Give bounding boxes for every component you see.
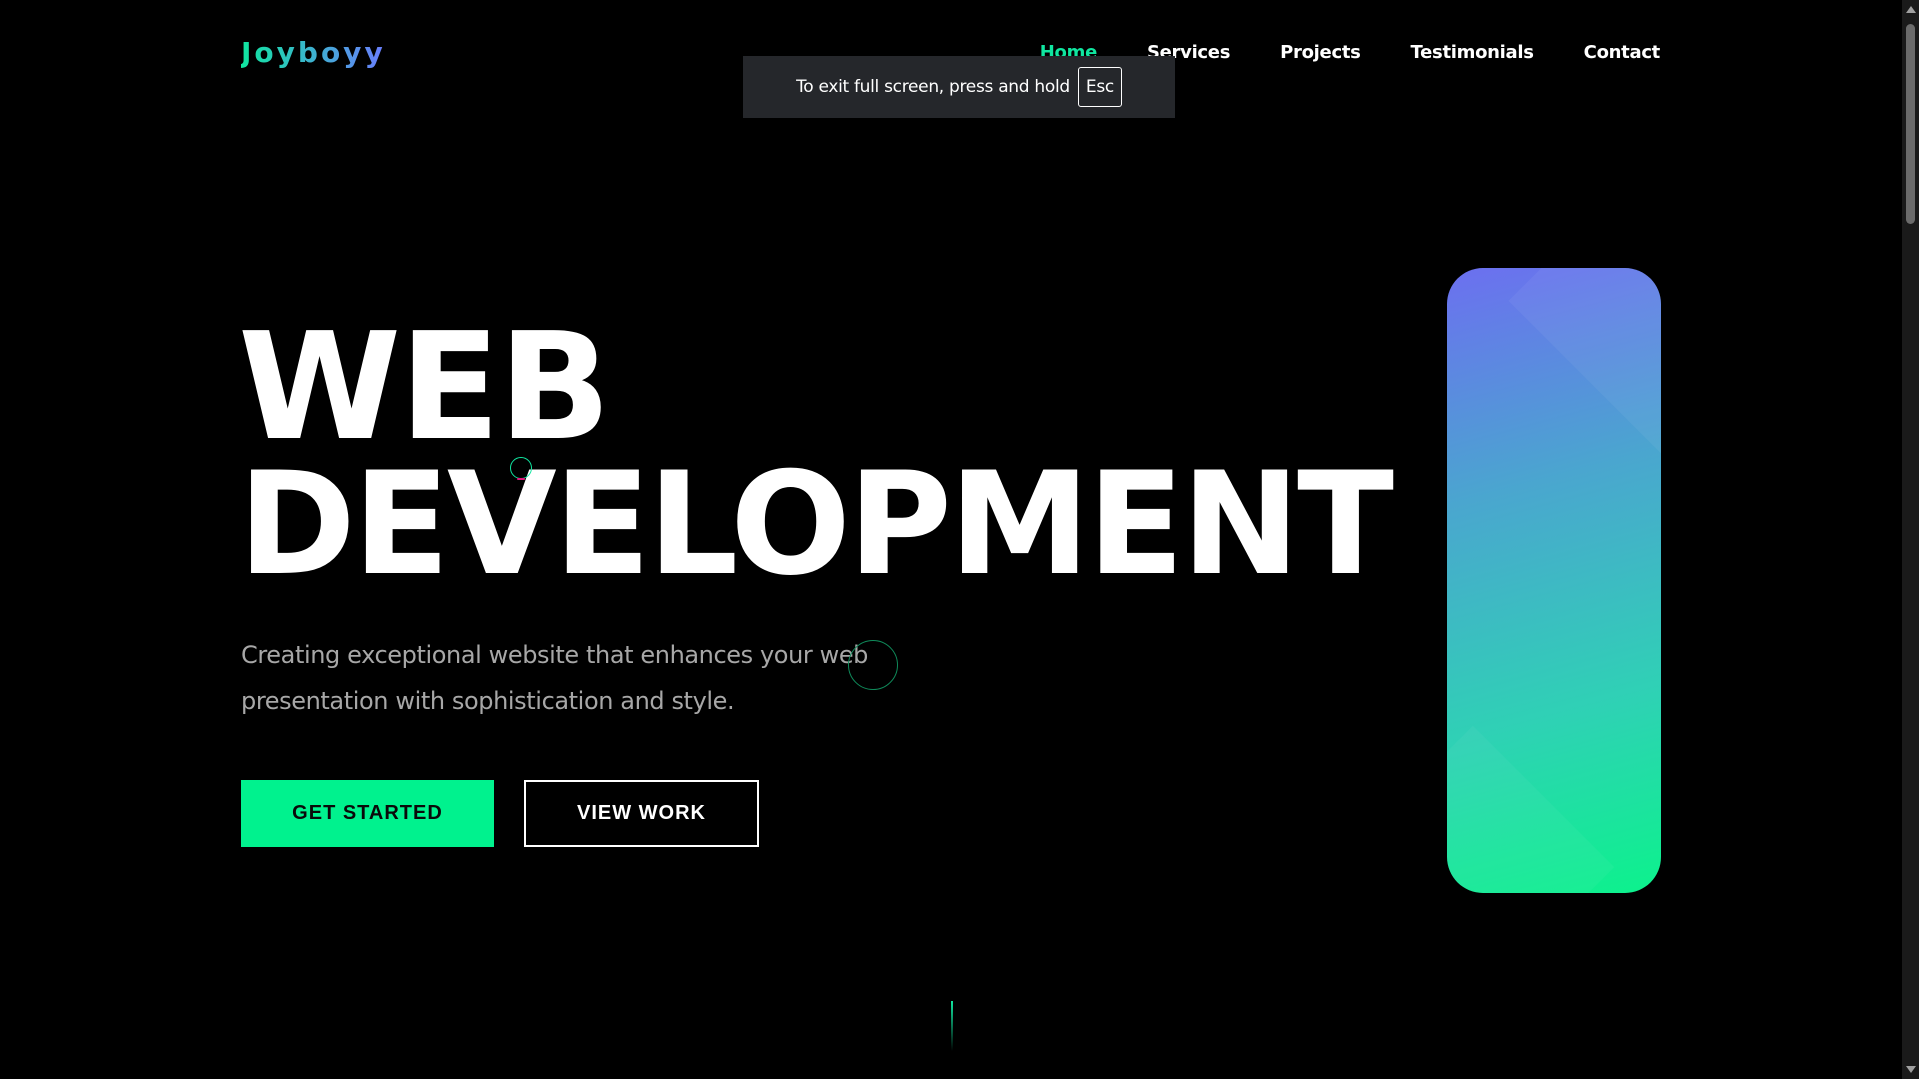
esc-key-badge: Esc [1077,67,1122,107]
page-scrollbar[interactable] [1902,0,1919,1079]
get-started-button[interactable]: GET STARTED [241,780,494,847]
hero-title: WEB DEVELOPMENT [238,301,1394,607]
nav-link-testimonials[interactable]: Testimonials [1411,42,1534,63]
hero-title-line-1: WEB [238,301,611,473]
cursor-dot-icon [510,457,532,480]
cursor-ring-icon [848,640,898,690]
brand-logo[interactable]: Joyboyy [241,36,386,69]
hero-title-line-2: DEVELOPMENT [238,442,1394,607]
nav-link-projects[interactable]: Projects [1280,42,1361,63]
scroll-indicator [951,1001,953,1051]
hero-subtitle: Creating exceptional website that enhanc… [241,641,869,715]
scroll-down-arrow-icon[interactable] [1906,1066,1916,1073]
scrollbar-thumb[interactable] [1906,24,1915,224]
hero-gradient-card [1447,268,1661,893]
view-work-button[interactable]: VIEW WORK [524,780,759,847]
nav-link-contact[interactable]: Contact [1584,42,1661,63]
fullscreen-exit-notice: To exit full screen, press and hold Esc [743,56,1175,118]
fullscreen-notice-text: To exit full screen, press and hold [796,77,1070,97]
scroll-up-arrow-icon[interactable] [1906,6,1916,13]
page-viewport: Joyboyy Home Services Projects Testimoni… [0,0,1902,1079]
